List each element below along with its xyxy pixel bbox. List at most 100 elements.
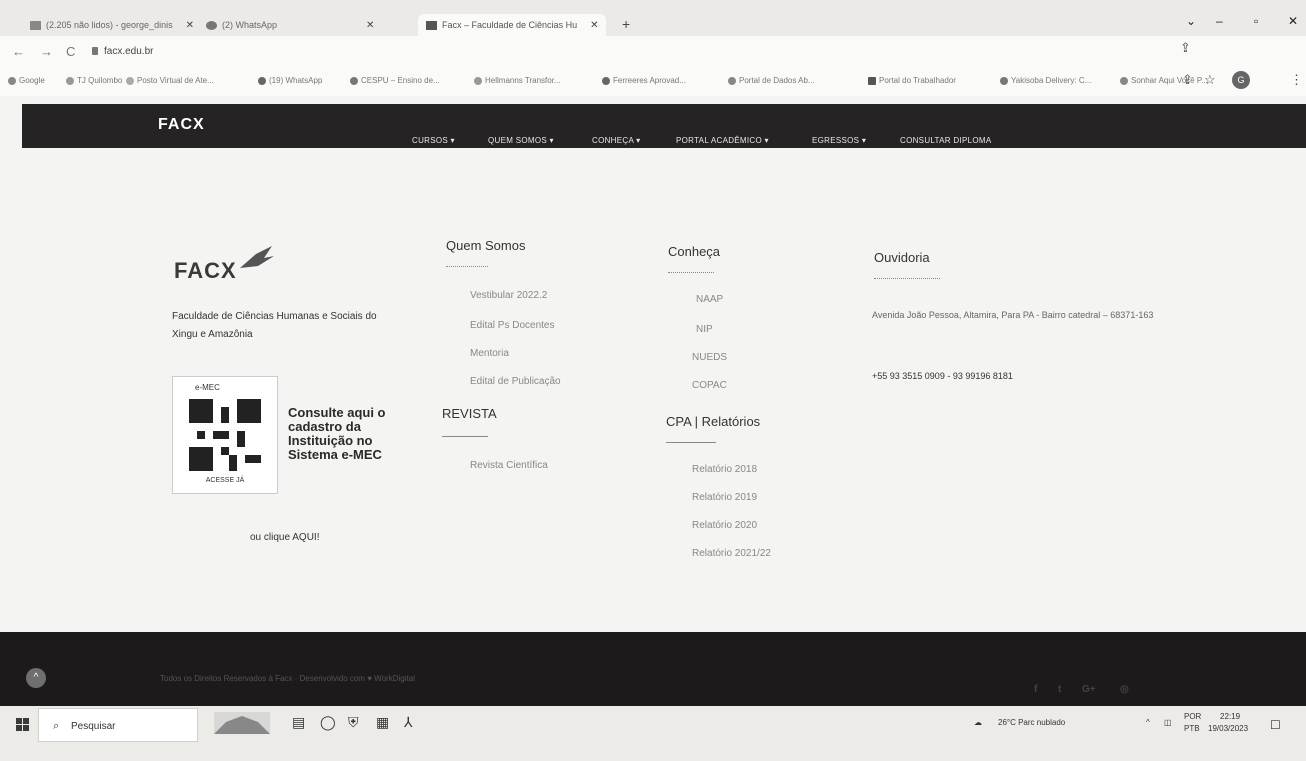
instagram-icon[interactable]: ◎	[1120, 684, 1129, 695]
share-icon[interactable]: ⇪	[1180, 40, 1191, 56]
nav-quem-somos[interactable]: QUEM SOMOS ▾	[488, 136, 554, 145]
share-icon[interactable]: ⇪	[1182, 72, 1193, 88]
calendar-icon[interactable]: ▦	[376, 714, 389, 731]
url-field[interactable]: facx.edu.br	[104, 46, 153, 57]
avatar[interactable]: G	[1232, 71, 1250, 89]
chevron-down-icon[interactable]: ⌄	[1186, 14, 1196, 28]
emec-badge[interactable]: e-MEC ACESSE JÁ	[172, 376, 278, 494]
bookmark-sonhar[interactable]: Sonhar Aqui Você P...	[1120, 76, 1208, 85]
mail-icon	[30, 20, 41, 30]
new-tab-icon[interactable]: +	[622, 16, 630, 32]
bird-logo-icon	[240, 246, 274, 268]
weather-status[interactable]: 26°C Parc nublado	[998, 718, 1065, 727]
star-icon[interactable]: ☆	[1204, 72, 1216, 88]
bookmark-google[interactable]: Google	[8, 76, 45, 85]
bookmark-icon	[868, 76, 876, 85]
link-vestibular[interactable]: Vestibular 2022.2	[470, 290, 547, 301]
weather-icon[interactable]: ☁	[974, 718, 982, 727]
nav-cursos[interactable]: CURSOS ▾	[412, 136, 455, 145]
emec-text[interactable]: Consulte aqui o cadastro da Instituição …	[288, 406, 408, 462]
forward-icon[interactable]: →	[40, 44, 53, 59]
bookmark-ferreeres[interactable]: Ferreeres Aprovad...	[602, 76, 686, 85]
link-nueds[interactable]: NUEDS	[692, 352, 727, 363]
tab-whatsapp[interactable]: (2) WhatsApp ✕	[206, 14, 374, 36]
close-window-icon[interactable]: ✕	[1288, 14, 1298, 28]
ouvidoria-phone[interactable]: +55 93 3515 0909 - 93 99196 8181	[872, 371, 1013, 381]
tab-gmail[interactable]: (2.205 não lidos) - george_dinis ✕	[30, 14, 194, 36]
maximize-icon[interactable]: ▫	[1254, 14, 1258, 28]
bookmark-portal-dados[interactable]: Portal de Dados Ab...	[728, 76, 815, 85]
bookmark-icon	[1120, 76, 1128, 85]
address-bar: ← → C facx.edu.br	[0, 36, 1306, 66]
bookmark-label: Google	[19, 76, 45, 85]
clock-time[interactable]: 22:19	[1220, 712, 1240, 721]
link-relatorio-2018[interactable]: Relatório 2018	[692, 464, 757, 475]
star-icon	[66, 76, 74, 85]
link-relatorio-2020[interactable]: Relatório 2020	[692, 520, 757, 531]
back-icon[interactable]: ←	[12, 44, 25, 59]
link-nip[interactable]: NIP	[696, 324, 713, 335]
tab-label: (2) WhatsApp	[222, 20, 278, 30]
bookmark-portal-trabalhador[interactable]: Portal do Trabalhador	[868, 76, 956, 85]
google-plus-icon[interactable]: G+	[1082, 684, 1096, 695]
close-icon[interactable]: ✕	[590, 20, 598, 31]
keyboard-layout[interactable]: PTB	[1184, 724, 1200, 733]
link-edital-docentes[interactable]: Edital Ps Docentes	[470, 320, 555, 331]
footer-logo[interactable]: FACX	[174, 258, 237, 284]
link-mentoria[interactable]: Mentoria	[470, 348, 509, 359]
divider	[446, 266, 488, 267]
windows-start-icon[interactable]	[16, 718, 30, 732]
bookmark-whatsapp[interactable]: (19) WhatsApp	[258, 76, 322, 85]
notifications-icon[interactable]: ☐	[1270, 718, 1281, 732]
clock-date[interactable]: 19/03/2023	[1208, 724, 1248, 733]
pdf-icon[interactable]: ⅄	[404, 714, 413, 731]
bookmark-label: Yakisoba Delivery: C...	[1011, 76, 1092, 85]
whatsapp-icon	[206, 20, 217, 30]
task-view-thumbnail-icon[interactable]	[214, 712, 270, 734]
link-edital-publicacao[interactable]: Edital de Publicação	[470, 376, 561, 387]
link-relatorio-2021-22[interactable]: Relatório 2021/22	[692, 548, 771, 559]
twitter-icon[interactable]: t	[1058, 684, 1061, 695]
minimize-icon[interactable]: –	[1216, 14, 1223, 28]
bookmarks-bar: Google TJ Quilombo Posto Virtual de Ate.…	[0, 40, 1306, 96]
opera-icon[interactable]: ◯	[320, 714, 336, 731]
nav-portal-academico[interactable]: PORTAL ACADÊMICO ▾	[676, 136, 769, 145]
taskbar: ⌕ Pesquisar ▤ ◯ ⛨ ▦ ⅄ ☁ 26°C Parc nublad…	[0, 706, 1306, 761]
link-copac[interactable]: COPAC	[692, 380, 727, 391]
site-logo[interactable]: FACX	[158, 116, 205, 134]
bookmark-hellmanns[interactable]: Hellmanns Transfor...	[474, 76, 561, 85]
chevron-up-icon[interactable]: ^	[1146, 718, 1150, 727]
link-revista-cientifica[interactable]: Revista Científica	[470, 460, 548, 471]
divider	[666, 442, 716, 443]
file-explorer-icon[interactable]: ▤	[292, 714, 305, 731]
nav-consultar-diploma[interactable]: CONSULTAR DIPLOMA	[900, 136, 991, 145]
divider	[668, 272, 714, 273]
network-icon[interactable]: ◫	[1164, 718, 1172, 727]
menu-icon[interactable]: ⋮	[1290, 72, 1303, 88]
lock-icon	[92, 47, 98, 55]
link-naap[interactable]: NAAP	[696, 294, 723, 305]
scroll-top-button[interactable]: ^	[26, 668, 46, 688]
bookmark-label: Portal de Dados Ab...	[739, 76, 815, 85]
close-icon[interactable]: ✕	[366, 20, 374, 31]
bookmark-cespu[interactable]: CESPU – Ensino de...	[350, 76, 440, 85]
shield-icon[interactable]: ⛨	[348, 714, 359, 731]
revista-heading: REVISTA	[442, 406, 497, 421]
tab-facx[interactable]: Facx – Faculdade de Ciências Hu ✕	[418, 14, 607, 36]
search-placeholder: Pesquisar	[71, 721, 116, 732]
bookmark-tj[interactable]: TJ Quilombo	[66, 76, 122, 85]
nav-egressos[interactable]: EGRESSOS ▾	[812, 136, 866, 145]
bookmark-yakisoba[interactable]: Yakisoba Delivery: C...	[1000, 76, 1091, 85]
nav-conheca[interactable]: CONHEÇA ▾	[592, 136, 641, 145]
emec-cta-link[interactable]: ou clique AQUI!	[250, 532, 319, 543]
whatsapp-icon	[258, 76, 266, 85]
link-relatorio-2019[interactable]: Relatório 2019	[692, 492, 757, 503]
bookmark-icon	[728, 76, 736, 85]
close-icon[interactable]: ✕	[186, 20, 194, 31]
reload-icon[interactable]: C	[66, 44, 75, 59]
language-indicator[interactable]: POR	[1184, 712, 1201, 721]
taskbar-search-input[interactable]: ⌕ Pesquisar	[38, 708, 198, 742]
bookmark-posto[interactable]: Posto Virtual de Ate...	[126, 76, 214, 85]
facebook-icon[interactable]: f	[1034, 684, 1037, 695]
bookmark-label: Hellmanns Transfor...	[485, 76, 561, 85]
